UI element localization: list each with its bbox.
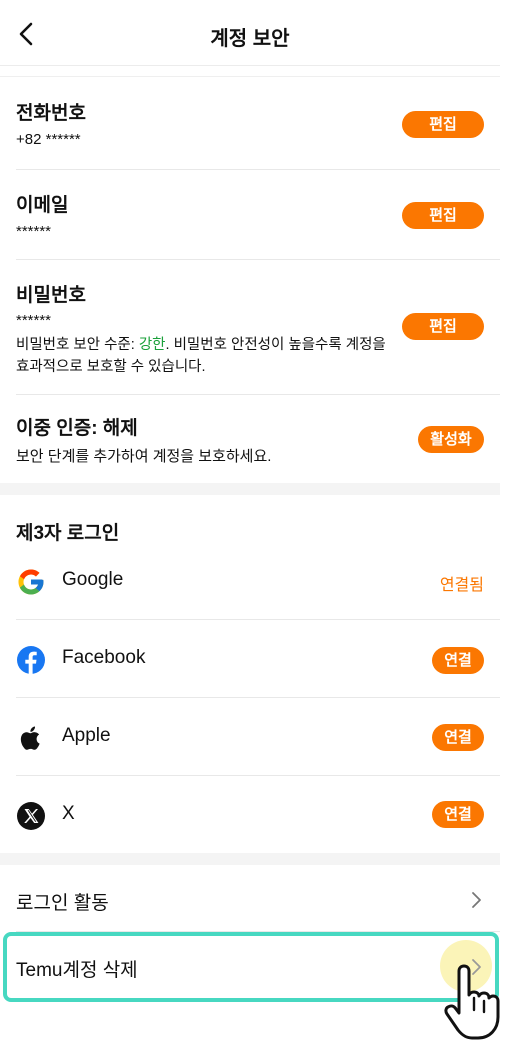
x-icon bbox=[17, 802, 45, 830]
third-party-title: 제3자 로그인 bbox=[16, 523, 120, 544]
chevron-right-icon bbox=[472, 892, 481, 908]
two-factor-enable-button[interactable]: 활성화 bbox=[418, 426, 484, 453]
facebook-connect-button[interactable]: 연결 bbox=[432, 647, 484, 674]
login-row-facebook: Facebook 연결 bbox=[16, 620, 500, 698]
login-row-google: Google 연결됨 bbox=[16, 542, 500, 620]
password-value: ****** bbox=[16, 312, 52, 329]
x-connect-button[interactable]: 연결 bbox=[432, 801, 484, 828]
login-name-apple: Apple bbox=[62, 725, 111, 746]
password-label: 비밀번호 bbox=[16, 285, 86, 306]
section-divider bbox=[0, 483, 500, 495]
phone-row: 전화번호 +82 ****** 편집 bbox=[16, 78, 500, 170]
google-icon bbox=[18, 569, 44, 595]
password-edit-button[interactable]: 편집 bbox=[402, 313, 484, 340]
login-activity-label: 로그인 활동 bbox=[16, 893, 109, 914]
password-strength-desc: 비밀번호 보안 수준: 강한. 비밀번호 안전성이 높을수록 계정을 효과적으로… bbox=[16, 337, 386, 375]
two-factor-desc: 보안 단계를 추가하여 계정을 보호하세요. bbox=[16, 448, 272, 465]
phone-edit-button[interactable]: 편집 bbox=[402, 111, 484, 138]
header: 계정 보안 bbox=[0, 0, 500, 66]
google-connected-status: 연결됨 bbox=[439, 577, 484, 594]
apple-icon bbox=[20, 726, 40, 750]
section-divider-2 bbox=[0, 853, 500, 865]
email-value: ****** bbox=[16, 223, 52, 240]
login-activity-row[interactable]: 로그인 활동 bbox=[16, 866, 500, 932]
email-edit-button[interactable]: 편집 bbox=[402, 202, 484, 229]
password-strength: 강한 bbox=[138, 337, 166, 353]
login-name-google: Google bbox=[62, 569, 124, 590]
two-factor-row: 이중 인증: 해제 보안 단계를 추가하여 계정을 보호하세요. 활성화 bbox=[16, 395, 500, 483]
email-row: 이메일 ****** 편집 bbox=[16, 170, 500, 260]
apple-connect-button[interactable]: 연결 bbox=[432, 724, 484, 751]
header-gap bbox=[0, 66, 500, 77]
email-label: 이메일 bbox=[16, 195, 69, 216]
login-row-apple: Apple 연결 bbox=[16, 698, 500, 776]
login-name-facebook: Facebook bbox=[62, 647, 146, 668]
login-row-x: X 연결 bbox=[16, 776, 500, 854]
pointer-hand-icon bbox=[444, 964, 500, 1040]
phone-label: 전화번호 bbox=[16, 103, 86, 124]
facebook-icon bbox=[17, 646, 45, 674]
login-name-x: X bbox=[62, 803, 75, 824]
password-row: 비밀번호 ****** 비밀번호 보안 수준: 강한. 비밀번호 안전성이 높을… bbox=[16, 260, 500, 395]
highlight-box bbox=[3, 932, 499, 1002]
two-factor-label: 이중 인증: 해제 bbox=[16, 418, 138, 439]
page-title: 계정 보안 bbox=[210, 28, 290, 50]
phone-value: +82 ****** bbox=[16, 131, 81, 148]
